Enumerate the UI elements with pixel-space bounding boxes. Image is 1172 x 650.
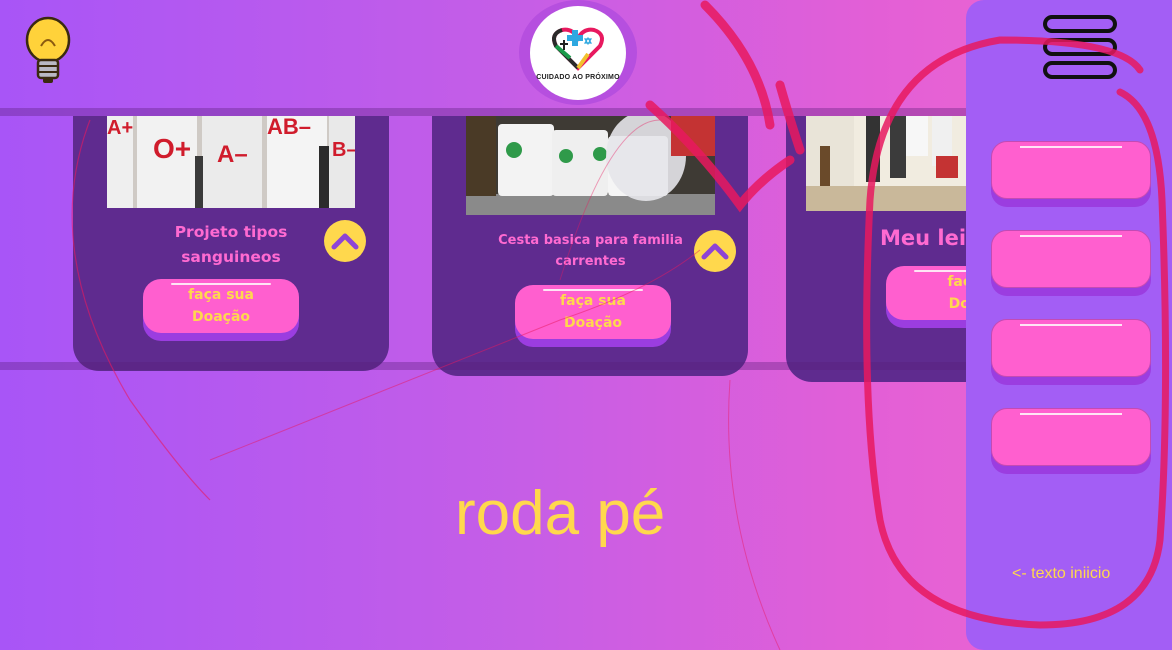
chevron-up-icon [701, 243, 729, 260]
project-title-line: sanguineos [181, 248, 281, 266]
photo-label: A+ [107, 117, 133, 139]
hamburger-menu-icon[interactable] [1043, 14, 1117, 80]
side-panel-note: <- texto iniicio [1012, 565, 1111, 582]
donate-button[interactable]: faça sua Doação [143, 279, 299, 333]
project-card-milk: Meu leit faça Doa [786, 116, 966, 382]
project-title: Meu leit [880, 226, 966, 250]
donate-button[interactable]: faça sua Doação [515, 285, 671, 339]
project-title-line: carrentes [555, 254, 626, 269]
content-divider [0, 362, 966, 370]
project-photo: A+ O+ A– AB– B– [107, 116, 355, 208]
logo-caption: CUIDADO AO PRÓXIMO [536, 74, 620, 81]
footer-text: roda pé [455, 479, 666, 548]
project-title: Projeto tipos sanguineos [143, 220, 319, 270]
project-title-line: Cesta basica para familia [498, 233, 683, 248]
donate-label: faça sua [560, 293, 626, 309]
donate-label: faça sua [188, 287, 254, 303]
project-card-blood-types: A+ O+ A– AB– B– Projeto tipos sanguineos… [73, 116, 389, 371]
heart-logo-icon [552, 27, 604, 71]
donate-label: Doação [563, 315, 623, 331]
expand-chevron-button[interactable] [324, 220, 366, 262]
chevron-up-icon [331, 233, 359, 250]
project-photo [466, 116, 715, 215]
photo-label: A– [217, 141, 248, 168]
donate-label: faça [947, 274, 966, 290]
header-divider [0, 108, 966, 116]
project-photo [806, 116, 966, 211]
donate-button[interactable]: faça Doa [886, 266, 966, 320]
donate-label: Doação [191, 309, 251, 325]
photo-label: AB– [267, 116, 311, 139]
side-menu-button-2[interactable] [991, 230, 1151, 288]
side-menu-button-1[interactable] [991, 141, 1151, 199]
logo-badge[interactable]: CUIDADO AO PRÓXIMO [519, 0, 637, 105]
project-title: Cesta basica para familia carrentes [466, 230, 715, 272]
side-menu-button-4[interactable] [991, 408, 1151, 466]
logo: CUIDADO AO PRÓXIMO [530, 5, 626, 100]
lightbulb-icon[interactable] [24, 16, 72, 86]
photo-label: O+ [153, 133, 191, 164]
side-menu-button-3[interactable] [991, 319, 1151, 377]
project-card-food-basket: Cesta basica para familia carrentes faça… [432, 116, 748, 376]
donate-label: Doa [948, 296, 966, 312]
expand-chevron-button[interactable] [694, 230, 736, 272]
project-title-line: Projeto tipos [174, 223, 288, 241]
photo-label: B– [332, 139, 355, 161]
